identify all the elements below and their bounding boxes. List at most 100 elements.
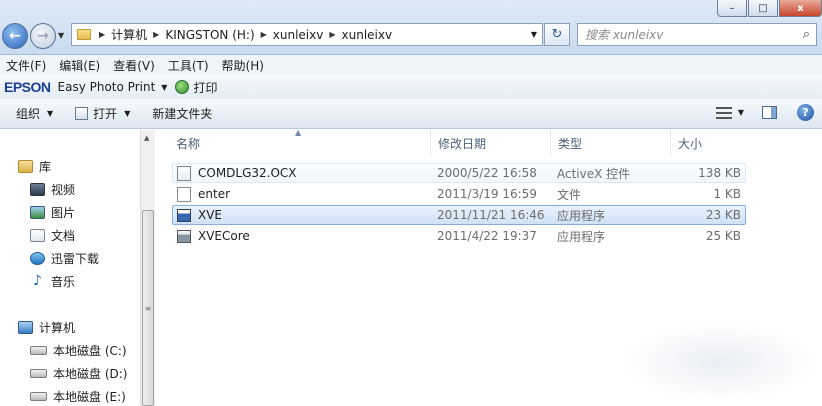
hard-drive-icon — [30, 392, 47, 401]
scrollbar-thumb[interactable]: ≡ — [142, 210, 154, 406]
breadcrumb-folder[interactable]: ▶ xunleixv — [259, 28, 324, 42]
refresh-button[interactable]: ↻ — [544, 23, 570, 46]
view-options-icon[interactable] — [715, 106, 732, 119]
file-type: 应用程序 — [557, 208, 606, 223]
help-icon[interactable]: ? — [797, 104, 814, 121]
preview-pane-icon[interactable] — [762, 106, 777, 119]
chevron-right-icon: ▶ — [329, 30, 336, 39]
open-button[interactable]: 打开 ▼ — [75, 105, 130, 122]
nav-label: 图片 — [51, 206, 76, 220]
column-header-name[interactable]: 名称 — [169, 130, 431, 156]
watermark-smudge — [620, 322, 820, 402]
address-dropdown-icon[interactable]: ▼ — [531, 30, 537, 39]
chevron-down-icon: ▼ — [47, 109, 54, 118]
nav-videos[interactable]: 视频 — [30, 181, 75, 198]
file-name-cell: enter — [177, 186, 231, 202]
file-name: XVE — [198, 208, 223, 222]
nav-documents[interactable]: 文档 — [30, 227, 75, 244]
address-bar[interactable]: ▶ 计算机 ▶ KINGSTON (H:) ▶ xunleixv ▶ xunleixv … — [71, 23, 543, 46]
nav-label: 文档 — [51, 229, 76, 243]
chevron-down-icon[interactable]: ▼ — [738, 108, 744, 117]
file-name-cell: XVECore — [177, 229, 250, 243]
column-label: 类型 — [558, 136, 583, 151]
file-row[interactable]: COMDLG32.OCX 2000/5/22 16:58 ActiveX 控件 … — [172, 163, 746, 183]
menu-file[interactable]: 文件(F) — [6, 57, 46, 74]
search-input[interactable]: 搜索 xunleixv ⌕ — [577, 23, 817, 46]
chevron-right-icon: ▶ — [260, 30, 267, 39]
minimize-button[interactable]: – — [717, 0, 747, 17]
file-type: 应用程序 — [557, 229, 606, 244]
arrow-right-icon: → — [37, 28, 49, 44]
menu-view[interactable]: 查看(V) — [113, 57, 155, 74]
file-row-selected[interactable]: XVE 2011/11/21 16:46 应用程序 23 KB — [172, 205, 746, 225]
application-icon — [177, 229, 191, 243]
nav-drive-e[interactable]: 本地磁盘 (E:) — [30, 388, 126, 405]
nav-drive-d[interactable]: 本地磁盘 (D:) — [30, 365, 127, 382]
organize-button[interactable]: 组织 ▼ — [16, 105, 53, 122]
file-modified: 2011/3/19 16:59 — [437, 187, 537, 201]
search-icon[interactable]: ⌕ — [803, 27, 810, 42]
close-button[interactable]: x — [779, 0, 822, 17]
file-size: 23 KB — [705, 208, 741, 222]
column-header-modified[interactable]: 修改日期 — [431, 130, 551, 156]
nav-label: 本地磁盘 (E:) — [53, 390, 126, 404]
nav-drive-c[interactable]: 本地磁盘 (C:) — [30, 342, 127, 359]
print-icon — [175, 80, 190, 94]
hard-drive-icon — [30, 369, 47, 378]
nav-label: 本地磁盘 (D:) — [53, 367, 128, 381]
grip-icon: ≡ — [144, 303, 152, 313]
picture-icon — [30, 206, 45, 219]
file-modified: 2011/11/21 16:46 — [437, 208, 545, 222]
easy-photo-print-button[interactable]: Easy Photo Print — [58, 80, 156, 94]
nav-label: 计算机 — [39, 321, 76, 335]
library-icon — [18, 160, 33, 173]
menu-tools[interactable]: 工具(T) — [168, 57, 209, 74]
column-header-size[interactable]: 大小 — [671, 130, 751, 156]
scroll-up-icon[interactable]: ▲ — [144, 134, 149, 142]
file-row[interactable]: XVECore 2011/4/22 19:37 应用程序 25 KB — [172, 226, 746, 246]
forward-button[interactable]: → — [30, 23, 56, 49]
nav-label: 音乐 — [51, 275, 76, 289]
nav-music[interactable]: ♪ 音乐 — [30, 273, 75, 290]
print-button[interactable]: 打印 — [193, 79, 217, 96]
nav-computer[interactable]: 计算机 — [18, 319, 75, 336]
back-button[interactable]: ← — [2, 23, 28, 49]
breadcrumb-drive[interactable]: ▶ KINGSTON (H:) — [151, 28, 254, 42]
nav-label: 库 — [39, 160, 52, 174]
epson-toolbar: EPSON Easy Photo Print ▼ 打印 — [0, 75, 822, 99]
new-folder-button[interactable]: 新建文件夹 — [152, 105, 212, 122]
menu-help[interactable]: 帮助(H) — [222, 57, 264, 74]
breadcrumb-computer[interactable]: ▶ 计算机 — [97, 26, 147, 43]
menu-bar: 文件(F) 编辑(E) 查看(V) 工具(T) 帮助(H) — [0, 55, 822, 75]
blank-file-icon — [177, 186, 191, 202]
breadcrumb-subfolder[interactable]: ▶ xunleixv — [327, 28, 392, 42]
column-label: 大小 — [678, 136, 703, 151]
navigation-scrollbar[interactable]: ▲ ≡ — [140, 130, 155, 406]
nav-thunder-downloads[interactable]: 迅雷下载 — [30, 250, 99, 267]
view-controls: ▼ ? — [715, 104, 814, 121]
column-label: 名称 — [176, 136, 201, 151]
file-name: enter — [198, 187, 231, 201]
breadcrumb-label: KINGSTON (H:) — [165, 27, 255, 42]
file-size: 25 KB — [705, 229, 741, 243]
arrow-left-icon: ← — [9, 28, 21, 44]
file-row[interactable]: enter 2011/3/19 16:59 文件 1 KB — [172, 184, 746, 204]
maximize-button[interactable]: □ — [748, 0, 778, 17]
refresh-icon: ↻ — [551, 27, 563, 42]
file-modified: 2000/5/22 16:58 — [437, 166, 537, 180]
nav-pictures[interactable]: 图片 — [30, 204, 75, 221]
nav-library[interactable]: 库 — [18, 158, 51, 175]
recent-locations-dropdown[interactable]: ▼ — [58, 31, 64, 40]
file-size: 138 KB — [698, 166, 741, 180]
breadcrumb-label: 计算机 — [111, 28, 148, 42]
file-name: COMDLG32.OCX — [198, 166, 297, 180]
breadcrumb-label: xunleixv — [341, 27, 393, 42]
hard-drive-icon — [30, 346, 47, 355]
file-name-cell: XVE — [177, 208, 222, 222]
column-header-type[interactable]: 类型 — [551, 130, 671, 156]
nav-label: 视频 — [51, 183, 76, 197]
video-icon — [30, 183, 45, 196]
chevron-right-icon: ▶ — [153, 30, 160, 39]
menu-edit[interactable]: 编辑(E) — [59, 57, 100, 74]
chevron-down-icon[interactable]: ▼ — [161, 83, 167, 92]
